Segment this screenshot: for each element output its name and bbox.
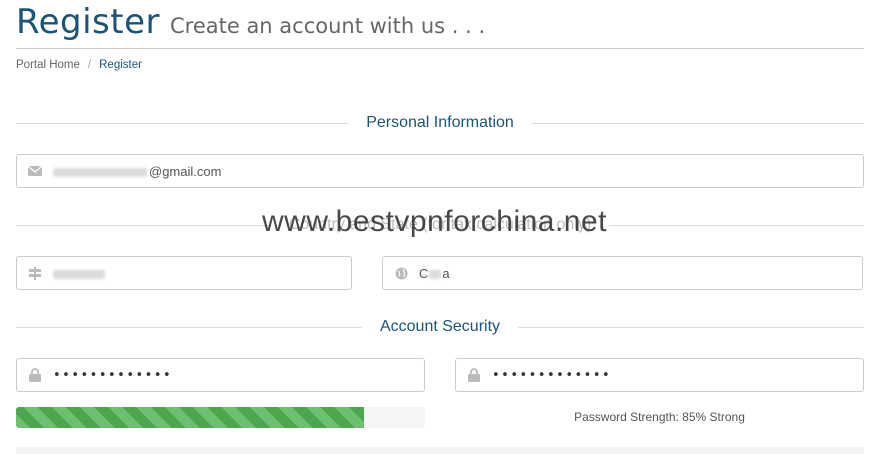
section-title: Personal Information: [366, 114, 514, 131]
divider-line: [16, 224, 271, 226]
country-field[interactable]: Ca: [382, 256, 863, 290]
divider-line: [16, 326, 362, 328]
state-field[interactable]: [16, 256, 352, 290]
page-title: Register: [16, 2, 160, 42]
lock-icon: [17, 368, 53, 382]
divider-line: [16, 122, 349, 124]
section-personal-information: Personal Information: [16, 113, 865, 133]
password-strength-label: Password Strength: 85% Strong: [574, 410, 745, 424]
globe-icon: [383, 267, 419, 280]
country-value: Ca: [419, 265, 450, 281]
lock-icon: [456, 368, 492, 382]
redacted-text: [53, 269, 105, 279]
form-footer-strip: [16, 447, 864, 454]
section-account-security: Account Security: [16, 317, 864, 337]
signpost-icon: [17, 266, 53, 280]
divider-line: [531, 122, 865, 124]
section-title: Account Security: [379, 318, 501, 335]
page-subtitle: Create an account with us . . .: [169, 14, 486, 38]
password-field[interactable]: •••••••••••••: [16, 358, 425, 392]
page-header: Register Create an account with us . . .: [16, 2, 485, 42]
password-strength-fill: [16, 407, 364, 428]
password-value: •••••••••••••: [53, 367, 173, 383]
envelope-icon: [17, 166, 53, 176]
redacted-text: [53, 167, 147, 177]
email-value: @gmail.com: [53, 164, 221, 179]
watermark-text: www.bestvpnforchina.net: [262, 205, 608, 238]
confirm-password-value: •••••••••••••: [492, 367, 612, 383]
confirm-password-field[interactable]: •••••••••••••: [455, 358, 864, 392]
divider-line: [518, 326, 864, 328]
email-field[interactable]: @gmail.com: [16, 154, 864, 188]
state-value: [53, 266, 107, 281]
password-strength-bar: [16, 407, 425, 428]
divider-line: [609, 224, 864, 226]
redacted-text: [429, 269, 442, 279]
breadcrumb-current: Register: [99, 59, 142, 71]
email-domain: @gmail.com: [149, 163, 222, 179]
breadcrumb-separator: /: [87, 59, 92, 71]
header-divider: [16, 48, 864, 49]
breadcrumb-home-link[interactable]: Portal Home: [16, 59, 80, 71]
breadcrumb: Portal Home / Register: [16, 59, 142, 71]
